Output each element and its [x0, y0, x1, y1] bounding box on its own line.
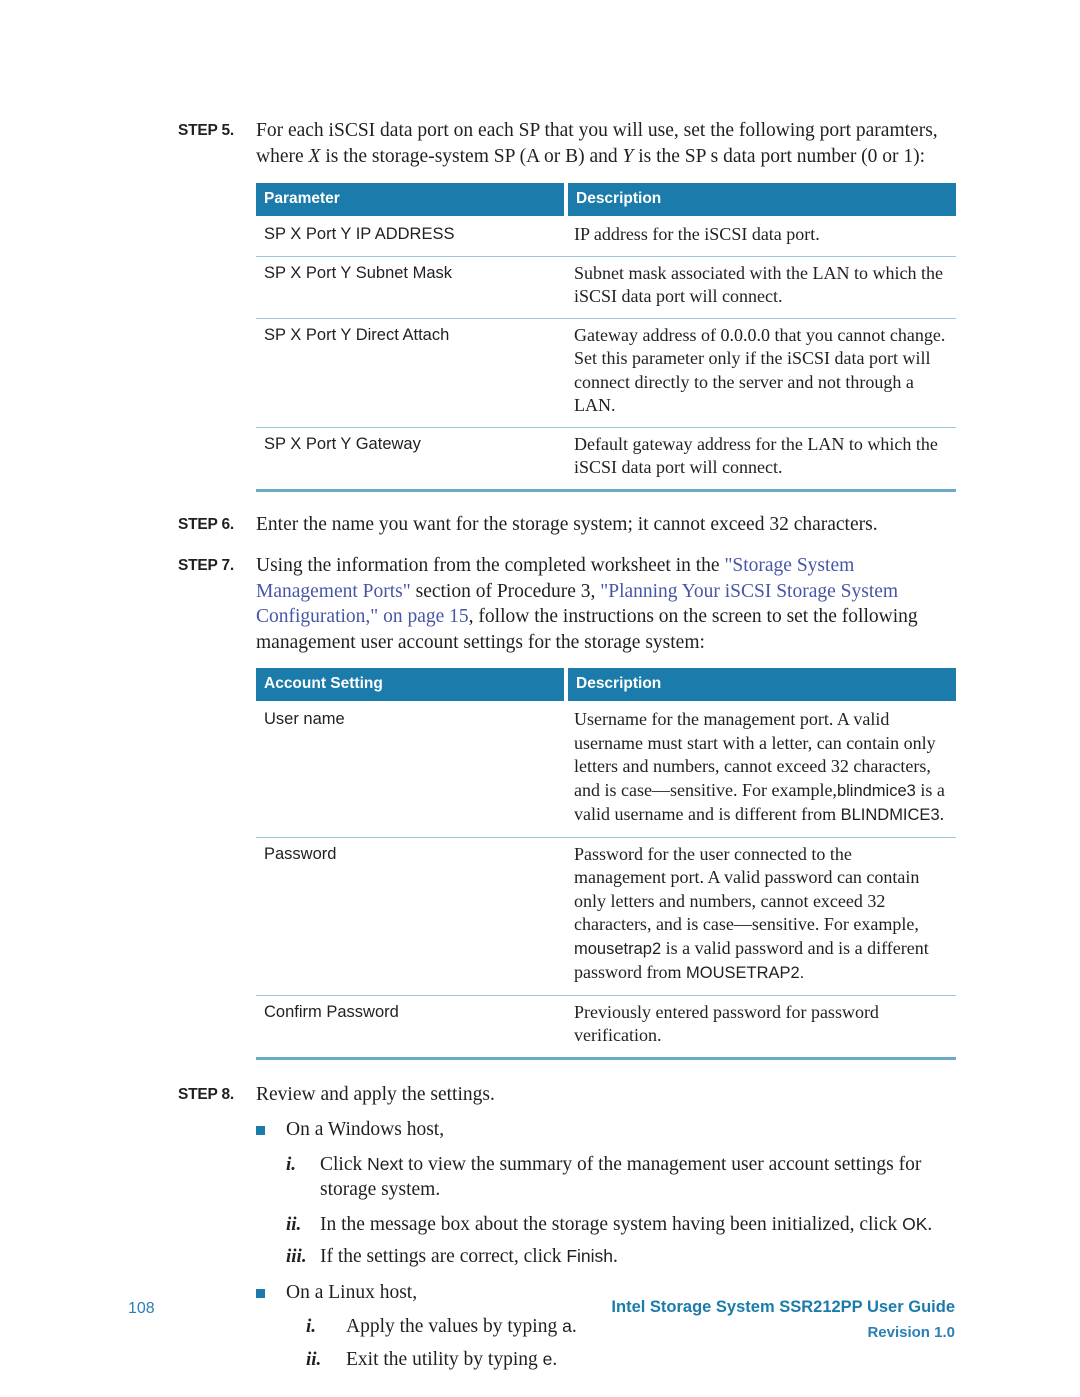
text-part-1: In the message box about the storage sys…	[320, 1213, 903, 1235]
column-header-description: Description	[564, 183, 956, 216]
text-part-2: .	[927, 1213, 933, 1235]
account-settings-table-body: User name Username for the management po…	[256, 701, 956, 1060]
footer-revision: Revision 1.0	[867, 1324, 955, 1341]
document-page: STEP 5. For each iSCSI data port on each…	[0, 0, 1080, 1397]
step-7-text-part-1: Using the information from the completed…	[256, 555, 725, 576]
cell-parameter: SP X Port Y Subnet Mask	[256, 256, 566, 319]
cell-parameter: SP X Port Y Direct Attach	[256, 318, 566, 428]
list-item-text: In the message box about the storage sys…	[320, 1212, 958, 1238]
parameters-table-wrapper: Parameter Description SP X Port Y IP ADD…	[178, 183, 958, 492]
bullet-square-icon	[256, 1117, 286, 1135]
step-7-text: Using the information from the completed…	[256, 553, 958, 655]
desc-ui-example-2: BLINDMICE3	[840, 806, 940, 824]
table-row: SP X Port Y Subnet Mask Subnet mask asso…	[256, 256, 956, 319]
parameters-table-body: SP X Port Y IP ADDRESS IP address for th…	[256, 216, 956, 492]
list-item-windows-i: i. Click Next to view the summary of the…	[286, 1152, 958, 1203]
table-row: User name Username for the management po…	[256, 701, 956, 838]
cell-account-setting: Confirm Password	[256, 995, 566, 1060]
cell-description: Subnet mask associated with the LAN to w…	[566, 256, 956, 319]
table-row: Password Password for the user connected…	[256, 837, 956, 996]
bullet-windows-host: On a Windows host,	[256, 1117, 958, 1143]
cell-description: IP address for the iSCSI data port.	[566, 216, 956, 257]
table-row: SP X Port Y Direct Attach Gateway addres…	[256, 318, 956, 428]
list-marker: i.	[286, 1153, 297, 1175]
step-8-label: STEP 8.	[178, 1085, 235, 1103]
list-marker: iii.	[286, 1246, 307, 1267]
table-row: SP X Port Y IP ADDRESS IP address for th…	[256, 216, 956, 257]
list-marker: ii.	[286, 1213, 302, 1235]
step-7: STEP 7. Using the information from the c…	[178, 553, 958, 655]
step-5-text-part-3: is the SP s data port number (0 or 1):	[633, 145, 926, 167]
table-row: Confirm Password Previously entered pass…	[256, 995, 956, 1060]
desc-ui-example-1: mousetrap2	[574, 939, 662, 958]
step-8: STEP 8. Review and apply the settings.	[178, 1082, 958, 1108]
desc-part-1: Password for the user connected to the m…	[574, 843, 920, 935]
table-header-row: Account Setting Description	[256, 668, 956, 701]
step-7-text-part-2: section of Procedure 3,	[410, 580, 601, 602]
footer-document-title: Intel Storage System SSR212PP User Guide	[611, 1298, 955, 1316]
step-5-text-part-2: is the storage-system SP (A or B) and	[320, 145, 623, 167]
list-item-windows-ii: ii. In the message box about the storage…	[286, 1212, 958, 1238]
cell-description: Username for the management port. A vali…	[566, 701, 956, 838]
ui-label-ok: OK	[902, 1213, 928, 1234]
text-part-2: to view the summary of the management us…	[320, 1153, 922, 1201]
desc-ui-example-1: blindmice3	[836, 781, 916, 800]
table-row: SP X Port Y Gateway Default gateway addr…	[256, 427, 956, 492]
parameters-table-head: Parameter Description	[256, 183, 956, 216]
desc-ui-example-2: MOUSETRAP2.	[685, 964, 805, 982]
cell-description: Previously entered password for password…	[566, 995, 956, 1060]
column-header-account-setting: Account Setting	[256, 668, 566, 701]
text-part-1: If the settings are correct, click	[320, 1246, 567, 1267]
cell-description: Gateway address of 0.0.0.0 that you cann…	[566, 318, 956, 428]
footer-page-number: 108	[128, 1300, 155, 1317]
list-item-text: If the settings are correct, click Finis…	[320, 1244, 958, 1270]
step-5-italic-x: X	[308, 145, 321, 167]
account-settings-table-head: Account Setting Description	[256, 668, 956, 701]
step-5-text: For each iSCSI data port on each SP that…	[256, 118, 958, 169]
ui-label-finish: Finish	[566, 1246, 614, 1266]
bullet-windows-host-label: On a Windows host,	[286, 1119, 445, 1140]
table-header-row: Parameter Description	[256, 183, 956, 216]
step-8-text: Review and apply the settings.	[256, 1083, 495, 1105]
page-footer: 108 Intel Storage System SSR212PP User G…	[0, 1292, 1080, 1372]
desc-part-3: .	[939, 804, 945, 824]
cell-description: Password for the user connected to the m…	[566, 837, 956, 996]
account-settings-table-wrapper: Account Setting Description User name Us…	[178, 668, 958, 1060]
list-item-text: Click Next to view the summary of the ma…	[320, 1152, 958, 1203]
column-header-description: Description	[564, 668, 956, 701]
column-header-parameter: Parameter	[256, 183, 566, 216]
ui-label-next: Next	[367, 1153, 404, 1174]
account-settings-table: Account Setting Description User name Us…	[256, 668, 956, 1060]
list-item-windows-iii: iii. If the settings are correct, click …	[286, 1244, 958, 1270]
parameters-table: Parameter Description SP X Port Y IP ADD…	[256, 183, 956, 492]
step-7-label: STEP 7.	[178, 557, 235, 574]
step-6-text: Enter the name you want for the storage …	[256, 513, 878, 535]
step-6-label: STEP 6.	[178, 515, 235, 533]
cell-description: Default gateway address for the LAN to w…	[566, 427, 956, 492]
text-part-1: Click	[320, 1153, 368, 1175]
cell-parameter: SP X Port Y IP ADDRESS	[256, 216, 566, 257]
cell-parameter: SP X Port Y Gateway	[256, 427, 566, 492]
step-5: STEP 5. For each iSCSI data port on each…	[178, 118, 958, 169]
cell-account-setting: Password	[256, 837, 566, 996]
step-5-label: STEP 5.	[178, 122, 235, 139]
text-part-2: .	[613, 1246, 618, 1267]
step-5-italic-y: Y	[622, 145, 634, 167]
step-6: STEP 6. Enter the name you want for the …	[178, 512, 958, 538]
page-content: STEP 5. For each iSCSI data port on each…	[178, 118, 958, 1372]
cell-account-setting: User name	[256, 701, 566, 838]
